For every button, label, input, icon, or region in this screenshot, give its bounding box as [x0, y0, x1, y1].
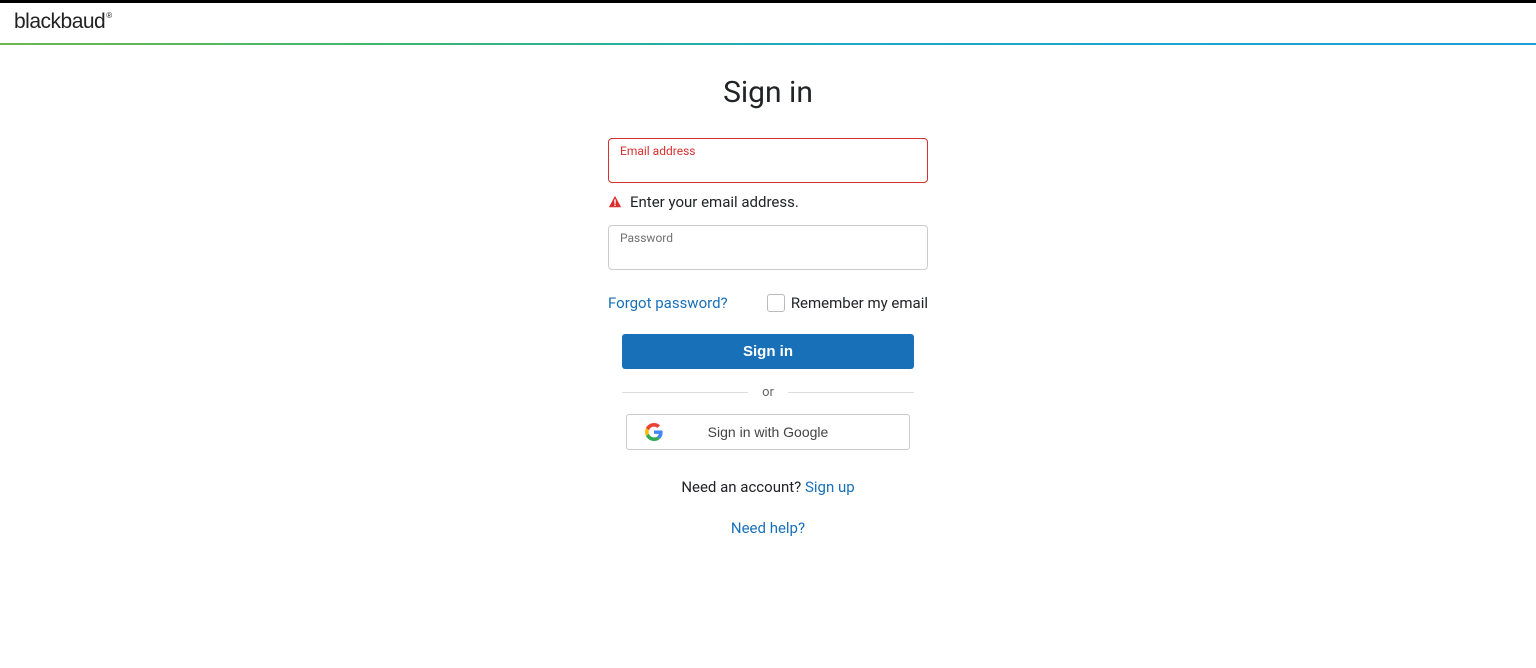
- header: blackbaud®: [0, 3, 1536, 43]
- options-row: Forgot password? Remember my email: [608, 294, 928, 312]
- remember-checkbox[interactable]: [767, 294, 785, 312]
- signin-form: Email address Enter your email address. …: [608, 138, 928, 537]
- signup-link[interactable]: Sign up: [805, 478, 855, 496]
- registered-mark: ®: [106, 11, 111, 20]
- divider: or: [622, 385, 914, 400]
- email-error-text: Enter your email address.: [630, 193, 799, 211]
- divider-line-right: [788, 392, 914, 393]
- password-field-wrap: Password: [608, 225, 928, 270]
- signin-button[interactable]: Sign in: [622, 334, 914, 369]
- need-account-text: Need an account?: [681, 478, 805, 496]
- email-input[interactable]: [608, 138, 928, 183]
- divider-text: or: [748, 385, 788, 400]
- google-icon: [645, 423, 663, 441]
- main-content: Sign in Email address Enter your email a…: [0, 45, 1536, 537]
- need-help-link[interactable]: Need help?: [731, 519, 805, 537]
- forgot-password-link[interactable]: Forgot password?: [608, 294, 728, 312]
- email-field-wrap: Email address: [608, 138, 928, 183]
- brand-text: blackbaud: [14, 10, 105, 33]
- divider-line-left: [622, 392, 748, 393]
- help-row: Need help?: [608, 518, 928, 537]
- page-title: Sign in: [723, 75, 813, 110]
- google-signin-button[interactable]: Sign in with Google: [626, 414, 910, 450]
- warning-icon: [608, 195, 622, 209]
- password-input[interactable]: [608, 225, 928, 270]
- brand-logo: blackbaud®: [14, 10, 112, 34]
- email-error-row: Enter your email address.: [608, 193, 928, 211]
- remember-label: Remember my email: [791, 294, 928, 312]
- remember-wrap: Remember my email: [767, 294, 928, 312]
- google-button-text: Sign in with Google: [627, 424, 909, 440]
- signup-row: Need an account? Sign up: [608, 478, 928, 496]
